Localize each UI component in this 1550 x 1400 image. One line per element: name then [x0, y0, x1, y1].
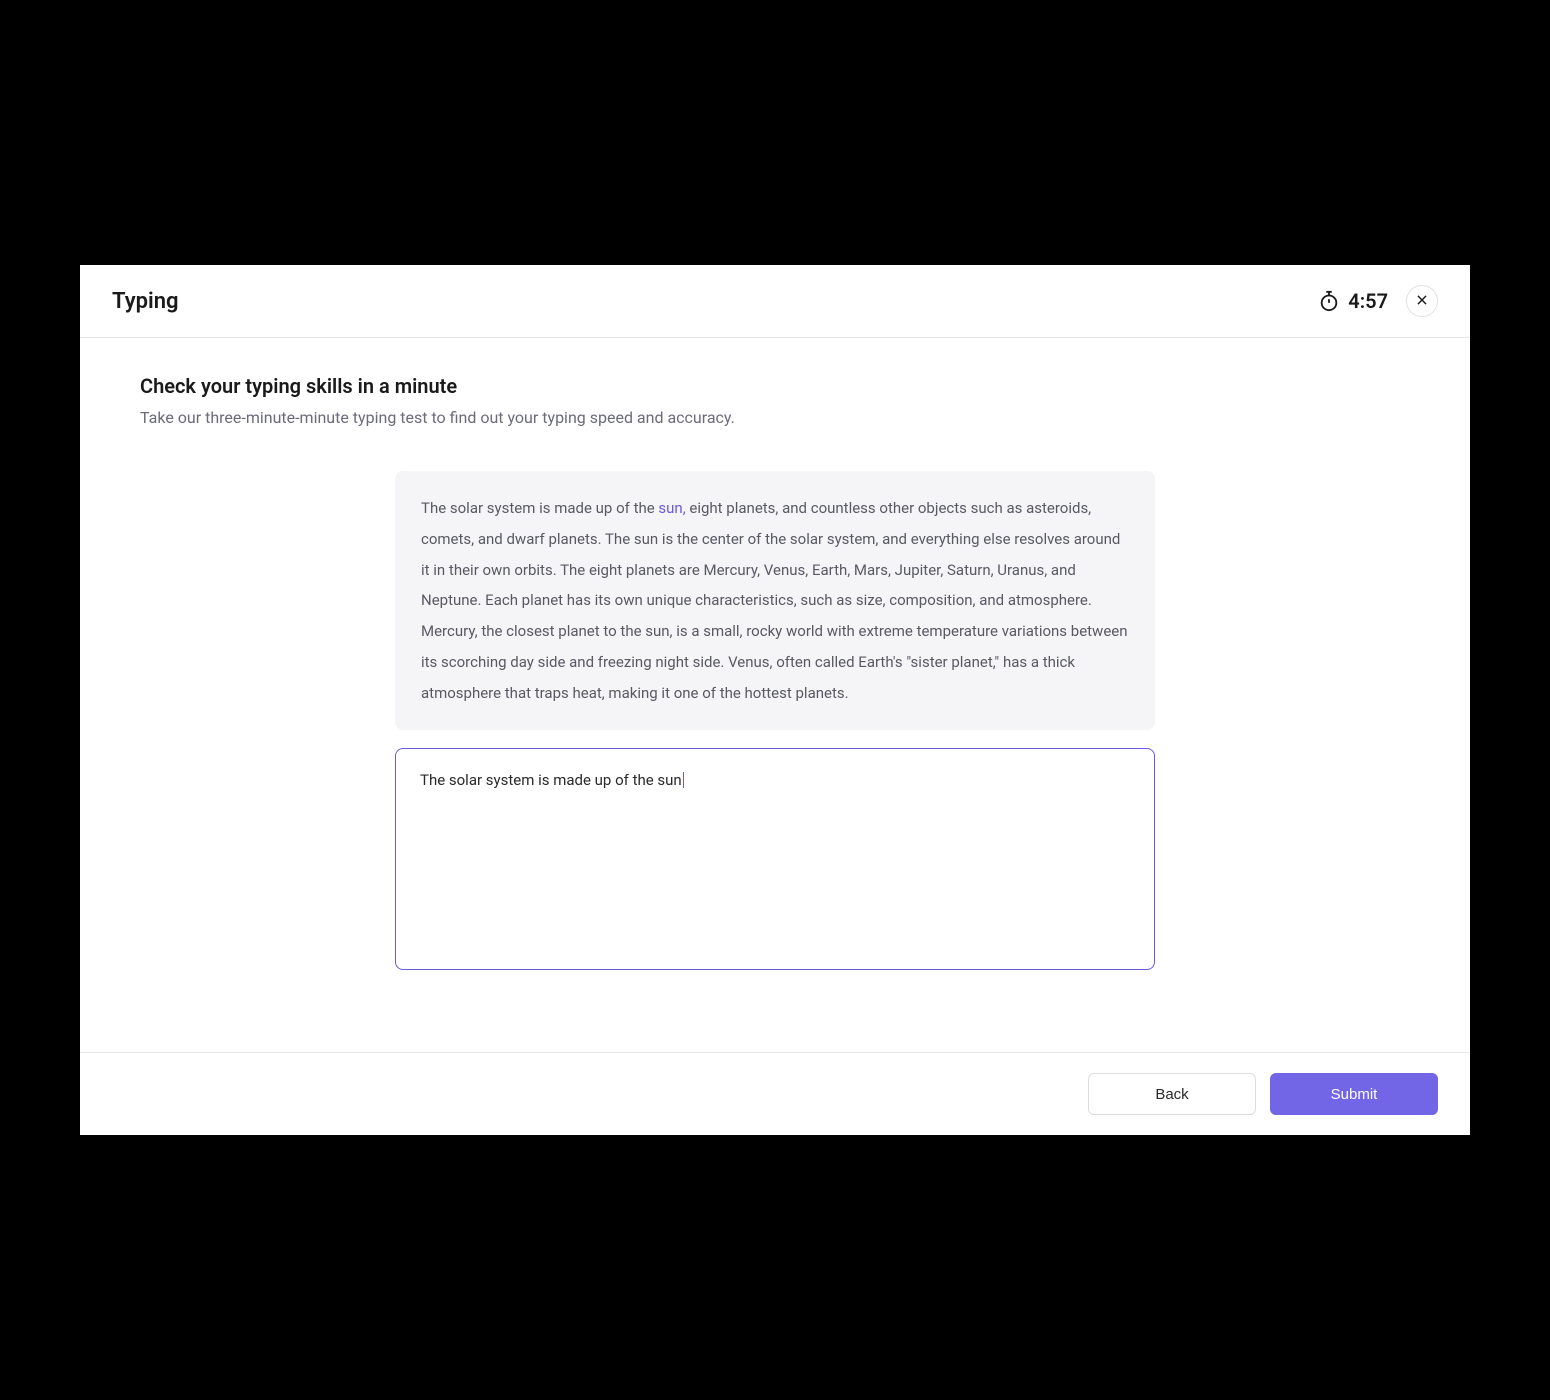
header-right: 4:57 — [1318, 285, 1438, 317]
submit-button[interactable]: Submit — [1270, 1073, 1438, 1115]
typing-test-modal: Typing 4:57 — [80, 265, 1470, 1135]
passage-text: The solar system is made up of the sun, … — [395, 471, 1155, 730]
typing-input[interactable]: The solar system is made up of the sun — [395, 748, 1155, 970]
close-button[interactable] — [1406, 285, 1438, 317]
timer-value: 4:57 — [1348, 289, 1388, 313]
timer: 4:57 — [1318, 289, 1388, 313]
content-wrap: The solar system is made up of the sun, … — [140, 471, 1410, 970]
passage-after: eight planets, and countless other objec… — [421, 499, 1128, 702]
close-icon — [1415, 293, 1429, 310]
modal-title: Typing — [112, 289, 179, 314]
passage-before: The solar system is made up of the — [421, 499, 658, 517]
passage-highlight: sun, — [658, 499, 685, 517]
back-button[interactable]: Back — [1088, 1073, 1256, 1115]
modal-footer: Back Submit — [80, 1052, 1470, 1135]
stopwatch-icon — [1318, 290, 1340, 312]
text-caret — [683, 772, 684, 788]
section-heading: Check your typing skills in a minute — [140, 374, 1410, 398]
typed-text: The solar system is made up of the sun — [420, 771, 682, 789]
modal-body: Check your typing skills in a minute Tak… — [80, 338, 1470, 1052]
section-subheading: Take our three-minute-minute typing test… — [140, 408, 1410, 427]
modal-header: Typing 4:57 — [80, 265, 1470, 338]
